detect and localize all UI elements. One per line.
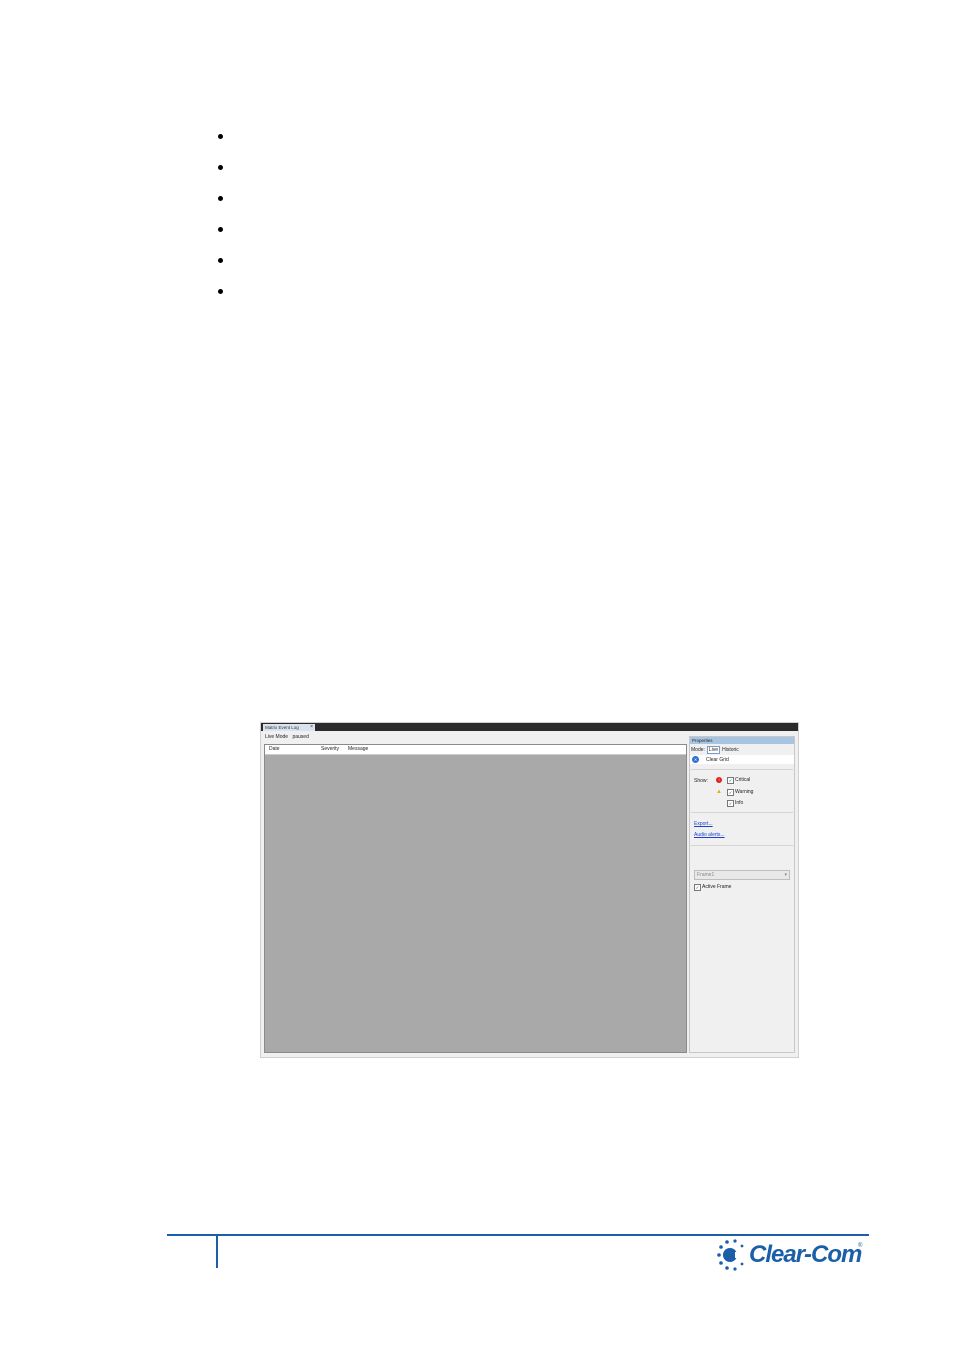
bullet-dot-icon (218, 165, 223, 170)
critical-icon: ! (716, 777, 722, 783)
mode-historic-button[interactable]: Historic (722, 747, 739, 753)
critical-label: Critical (735, 777, 751, 783)
live-mode-value: paused (292, 734, 309, 740)
critical-checkbox[interactable]: ✓ (727, 777, 734, 784)
live-mode-label: Live Mode (265, 734, 289, 740)
registered-mark: ® (858, 1243, 863, 1249)
clear-icon: ✕ (692, 756, 699, 763)
column-header-date[interactable]: Date (269, 746, 280, 752)
mode-label: Mode: (691, 747, 705, 753)
event-grid[interactable]: Date Severity Message (264, 744, 687, 1053)
info-checkbox[interactable]: ✓ (727, 800, 734, 807)
bullet-dot-icon (218, 196, 223, 201)
warning-checkbox[interactable]: ✓ (727, 789, 734, 796)
export-link[interactable]: Export... (694, 821, 713, 827)
info-label: Info (735, 800, 744, 806)
tab-bar: Matrix Event Log × (261, 723, 798, 731)
bullet-dot-icon (218, 289, 223, 294)
clear-grid-label: Clear Grid (706, 757, 729, 763)
warning-icon: ▲ (716, 789, 722, 795)
mode-live-button[interactable]: Live (706, 746, 721, 754)
tab-matrix-event-log[interactable]: Matrix Event Log × (263, 724, 315, 731)
column-header-message[interactable]: Message (348, 746, 368, 752)
bullet-dot-icon (218, 227, 223, 232)
bullet-dot-icon (218, 258, 223, 263)
warning-label: Warning (735, 789, 754, 795)
properties-title: Properties (690, 737, 794, 744)
close-icon[interactable]: × (310, 724, 313, 731)
clear-com-logo: Clear-Com ® (713, 1238, 863, 1272)
audio-alerts-link[interactable]: Audio alerts... (694, 832, 725, 838)
properties-panel: Properties Mode: Live Historic ✕ Clear Gri… (689, 736, 795, 1053)
chevron-down-icon: ▾ (784, 872, 787, 878)
show-label: Show: (694, 778, 708, 784)
footer-divider (216, 1236, 218, 1268)
event-log-screenshot: Matrix Event Log × Live Mode paused Date… (260, 722, 799, 1058)
logo-text: Clear-Com (749, 1241, 862, 1268)
active-frame-label: Active Frame (702, 884, 732, 890)
mode-selector: Mode: Live Historic (691, 746, 741, 754)
live-mode-status: Live Mode paused (265, 734, 312, 740)
clear-grid-button[interactable]: ✕ Clear Grid (690, 755, 794, 764)
divider (691, 812, 793, 813)
frame-select-value: Frame1 (697, 872, 715, 878)
divider (691, 769, 793, 770)
tab-label: Matrix Event Log (265, 725, 299, 730)
frame-dropdown[interactable]: Frame1 ▾ (694, 870, 790, 880)
logo-mark-icon (717, 1239, 747, 1271)
divider (691, 845, 793, 846)
footer-rule (167, 1234, 869, 1236)
active-frame-checkbox[interactable]: ✓ (694, 884, 701, 891)
column-header-severity[interactable]: Severity (321, 746, 339, 752)
grid-header: Date Severity Message (265, 745, 686, 755)
bullet-dot-icon (218, 134, 223, 139)
